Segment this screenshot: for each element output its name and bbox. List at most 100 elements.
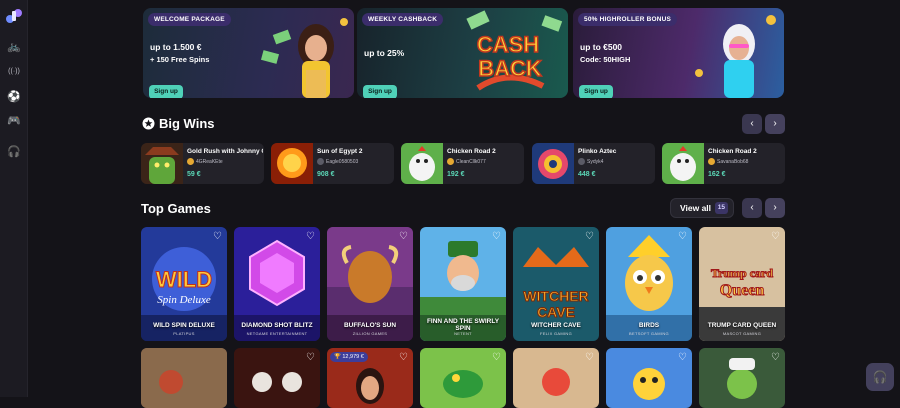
win-amount: 192 € (447, 171, 465, 178)
avatar (317, 158, 324, 165)
banner-welcome[interactable]: WELCOME PACKAGE up to 1.500 € + 150 Free… (143, 8, 354, 98)
game-title: BIRDS (638, 322, 660, 329)
game-title: FINN AND THE SWIRLY SPIN (426, 318, 500, 332)
banner-amount: up to €500 (580, 42, 623, 52)
win-game-name: Sun of Egypt 2 (317, 148, 363, 155)
game-title: TRUMP CARD QUEEN (707, 322, 777, 329)
win-username: CleanCllk077 (447, 158, 486, 165)
game-card[interactable]: WITCHER CAVE ♡ WITCHER CAVE FELIX GAMING (513, 227, 599, 341)
game-card[interactable]: ♡ DIAMOND SHOT BLITZ NETGAME ENTERTAINME… (234, 227, 320, 341)
game-thumbnail (662, 143, 704, 184)
favorite-heart-icon[interactable]: ♡ (678, 352, 687, 363)
favorite-heart-icon[interactable]: ♡ (771, 352, 780, 363)
broadcast-icon: ((·)) (8, 67, 20, 75)
game-card[interactable]: ♡ (234, 348, 320, 408)
win-username: Sydyk4 (578, 158, 603, 165)
cash-art-text: CASH (477, 32, 539, 57)
sidebar-item-cycling[interactable]: 🚲 (6, 38, 22, 54)
sidebar: 🚲 ((·)) ⚽ 🎮 🎧 (0, 0, 28, 397)
gamepad-icon: 🎮 (7, 114, 21, 127)
win-username: 4GReaKEte (187, 158, 223, 165)
favorite-heart-icon[interactable]: ♡ (492, 352, 501, 363)
sign-up-button[interactable]: Sign up (579, 85, 613, 98)
big-win-item[interactable]: Chicken Road 2 SavanaBob68 162 € (662, 143, 785, 184)
game-title: DIAMOND SHOT BLITZ (241, 322, 313, 329)
favorite-heart-icon[interactable]: ♡ (771, 231, 780, 242)
back-art-text: BACK (478, 56, 542, 81)
witcher-art-text: WITCHER (523, 288, 588, 304)
win-username: Eagle0580503 (317, 158, 358, 165)
spin-deluxe-art-text: Spin Deluxe (157, 294, 211, 306)
win-game-name: Chicken Road 2 (447, 148, 496, 155)
game-thumbnail (401, 143, 443, 184)
logo-icon[interactable] (5, 8, 23, 24)
game-title: WILD SPIN DELUXE (153, 322, 215, 329)
win-game-name: Plinko Aztec (578, 148, 617, 155)
game-provider: ZILLION GAMES (352, 331, 388, 336)
jackpot-badge: 🏆 12,979 € (330, 352, 368, 362)
banner-tag: 50% HIGHROLLER BONUS (578, 13, 678, 26)
banner-cashback-art: CASH BACK (466, 10, 563, 91)
banner-welcome-art (260, 18, 348, 98)
favorite-heart-icon[interactable]: ♡ (399, 352, 408, 363)
top-games-prev-button[interactable]: ‹ (742, 198, 762, 218)
sign-up-button[interactable]: Sign up (149, 85, 183, 98)
game-card[interactable]: ♡ (513, 348, 599, 408)
favorite-heart-icon[interactable]: ♡ (678, 231, 687, 242)
game-card[interactable]: ♡ (606, 348, 692, 408)
favorite-heart-icon[interactable]: ♡ (306, 231, 315, 242)
big-win-item[interactable]: Gold Rush with Johnny C 4GReaKEte 59 € (141, 143, 264, 184)
game-provider: NETENT (454, 331, 472, 336)
big-wins-next-button[interactable]: › (765, 114, 785, 134)
banner-subtitle: Code: 50HIGH (580, 55, 631, 64)
game-card[interactable]: ♡ (699, 348, 785, 408)
sign-up-button[interactable]: Sign up (363, 85, 397, 98)
game-card[interactable]: ♡ BIRDS BETSOFT GAMING (606, 227, 692, 341)
big-win-item[interactable]: Sun of Egypt 2 Eagle0580503 908 € (271, 143, 394, 184)
game-card[interactable] (141, 348, 227, 408)
headset-icon: 🎧 (872, 370, 888, 384)
win-username: SavanaBob68 (708, 158, 748, 165)
sidebar-item-esports[interactable]: 🎮 (6, 112, 22, 128)
game-title: BUFFALO'S SUN (343, 322, 397, 329)
game-card[interactable]: ♡ (420, 348, 506, 408)
view-all-button[interactable]: View all 15 (670, 198, 734, 218)
banner-highroller[interactable]: 50% HIGHROLLER BONUS up to €500 Code: 50… (573, 8, 784, 98)
game-card[interactable]: ♡ FINN AND THE SWIRLY SPIN NETENT (420, 227, 506, 341)
avatar (447, 158, 454, 165)
game-thumbnail (532, 143, 574, 184)
star-icon (142, 117, 155, 130)
big-wins-title: Big Wins (159, 116, 215, 131)
bicycle-icon: 🚲 (7, 40, 21, 53)
sidebar-item-live[interactable]: ((·)) (6, 63, 22, 79)
support-chat-button[interactable]: 🎧 (866, 363, 894, 391)
game-provider: MASCOT GAMING (722, 331, 762, 336)
game-title: WITCHER CAVE (531, 322, 581, 329)
favorite-heart-icon[interactable]: ♡ (585, 231, 594, 242)
game-card[interactable]: Trump card Queen ♡ TRUMP CARD QUEEN MASC… (699, 227, 785, 341)
banner-tag: WEEKLY CASHBACK (362, 13, 444, 26)
big-win-item[interactable]: Plinko Aztec Sydyk4 448 € (532, 143, 655, 184)
cave-art-text: CAVE (537, 304, 575, 320)
sidebar-item-sports[interactable]: ⚽ (6, 88, 22, 104)
sidebar-item-support[interactable]: 🎧 (6, 143, 22, 159)
game-card[interactable]: ♡ BUFFALO'S SUN ZILLION GAMES (327, 227, 413, 341)
top-games-next-button[interactable]: › (765, 198, 785, 218)
game-provider: PLATIPUS (173, 331, 195, 336)
view-all-label: View all (680, 203, 712, 213)
game-card[interactable]: 🏆 12,979 € ♡ (327, 348, 413, 408)
favorite-heart-icon[interactable]: ♡ (492, 231, 501, 242)
favorite-heart-icon[interactable]: ♡ (213, 231, 222, 242)
win-amount: 162 € (708, 171, 726, 178)
favorite-heart-icon[interactable]: ♡ (399, 231, 408, 242)
big-wins-prev-button[interactable]: ‹ (742, 114, 762, 134)
game-thumbnail (271, 143, 313, 184)
favorite-heart-icon[interactable]: ♡ (585, 352, 594, 363)
game-card[interactable]: WILD Spin Deluxe ♡ WILD SPIN DELUXE PLAT… (141, 227, 227, 341)
banner-cashback[interactable]: CASH BACK WEEKLY CASHBACK up to 25% Sign… (357, 8, 568, 98)
favorite-heart-icon[interactable]: ♡ (306, 352, 315, 363)
top-games-title: Top Games (141, 201, 211, 216)
big-win-item[interactable]: Chicken Road 2 CleanCllk077 192 € (401, 143, 524, 184)
games-count-badge: 15 (714, 202, 728, 214)
game-provider: FELIX GAMING (539, 331, 573, 336)
